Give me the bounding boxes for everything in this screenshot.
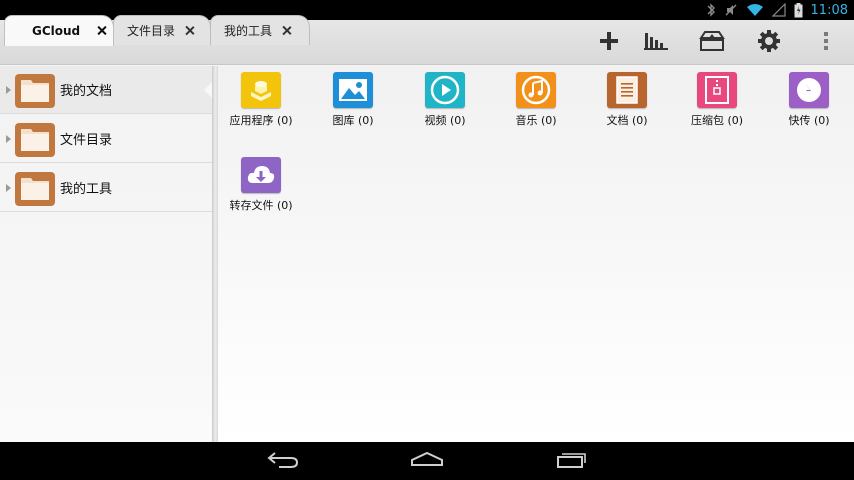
category-saved-files[interactable]: 转存文件 (0) bbox=[216, 157, 306, 213]
back-icon bbox=[267, 450, 299, 472]
apps-icon bbox=[241, 72, 281, 108]
category-grid: 应用程序 (0) 图库 (0) 视频 (0) 音乐 (0) 文档 (0) 压缩包… bbox=[218, 66, 854, 442]
sidebar-item-label: 文件目录 bbox=[60, 133, 113, 148]
sidebar-item-my-documents[interactable]: 我的文档 bbox=[0, 66, 212, 114]
category-label: 快传 (0) bbox=[788, 114, 830, 127]
close-icon[interactable] bbox=[184, 25, 195, 36]
add-icon bbox=[599, 31, 619, 55]
sidebar-item-my-tools[interactable]: 我的工具 bbox=[0, 164, 212, 212]
close-icon[interactable] bbox=[96, 25, 104, 36]
transfer-button[interactable] bbox=[697, 28, 727, 58]
category-label: 音乐 (0) bbox=[515, 114, 557, 127]
add-button[interactable] bbox=[594, 28, 624, 58]
expand-arrow-icon[interactable] bbox=[6, 183, 11, 192]
tab-label: 文件目录 bbox=[127, 23, 176, 38]
category-label: 文档 (0) bbox=[606, 114, 648, 127]
settings-button[interactable] bbox=[754, 28, 784, 58]
sidebar-item-label: 我的工具 bbox=[60, 182, 113, 197]
expand-arrow-icon[interactable] bbox=[6, 134, 11, 143]
tab-tools[interactable]: 我的工具 bbox=[210, 15, 310, 45]
archive-icon bbox=[697, 72, 737, 108]
quick-transfer-icon bbox=[789, 72, 829, 108]
expand-arrow-icon[interactable] bbox=[6, 85, 11, 94]
cloud-download-icon bbox=[241, 157, 281, 193]
sidebar-item-file-directory[interactable]: 文件目录 bbox=[0, 115, 212, 163]
wifi-icon bbox=[746, 3, 764, 17]
category-music[interactable]: 音乐 (0) bbox=[491, 72, 581, 128]
selection-indicator bbox=[204, 82, 212, 98]
category-label: 视频 (0) bbox=[424, 114, 466, 127]
screen: 11:08 我的工具 文件目录 GCloud 我的文档 文件目录 我的工具 应用… bbox=[0, 0, 854, 480]
statistics-button[interactable] bbox=[641, 28, 671, 58]
category-quick-transfer[interactable]: 快传 (0) bbox=[764, 72, 854, 128]
home-icon bbox=[410, 451, 444, 471]
mute-icon bbox=[724, 3, 738, 17]
category-label: 图库 (0) bbox=[332, 114, 374, 127]
folder-icon bbox=[15, 72, 55, 108]
gear-icon bbox=[757, 29, 781, 57]
home-button[interactable] bbox=[407, 450, 447, 472]
category-documents[interactable]: 文档 (0) bbox=[582, 72, 672, 128]
overflow-menu-button[interactable] bbox=[811, 28, 841, 58]
category-video[interactable]: 视频 (0) bbox=[400, 72, 490, 128]
battery-icon bbox=[794, 2, 803, 18]
folder-icon bbox=[15, 170, 55, 206]
document-icon bbox=[607, 72, 647, 108]
tab-label: GCloud bbox=[32, 23, 81, 38]
transfer-box-icon bbox=[699, 30, 725, 56]
video-icon bbox=[425, 72, 465, 108]
sidebar-item-label: 我的文档 bbox=[60, 84, 113, 99]
category-label: 压缩包 (0) bbox=[690, 114, 744, 127]
overflow-menu-icon bbox=[823, 31, 829, 55]
category-apps[interactable]: 应用程序 (0) bbox=[216, 72, 306, 128]
recent-apps-button[interactable] bbox=[552, 450, 592, 472]
gallery-icon bbox=[333, 72, 373, 108]
category-label: 转存文件 (0) bbox=[229, 199, 293, 212]
category-gallery[interactable]: 图库 (0) bbox=[308, 72, 398, 128]
tab-file-directory[interactable]: 文件目录 bbox=[113, 15, 211, 45]
bar-chart-icon bbox=[643, 31, 669, 55]
bluetooth-icon bbox=[706, 3, 716, 17]
music-icon bbox=[516, 72, 556, 108]
back-button[interactable] bbox=[263, 450, 303, 472]
folder-icon bbox=[15, 121, 55, 157]
category-label: 应用程序 (0) bbox=[229, 114, 293, 127]
signal-icon bbox=[771, 3, 786, 17]
tab-gcloud[interactable]: GCloud bbox=[4, 15, 114, 46]
tab-label: 我的工具 bbox=[224, 23, 273, 38]
clock: 11:08 bbox=[810, 2, 848, 18]
category-archives[interactable]: 压缩包 (0) bbox=[672, 72, 762, 128]
sidebar: 我的文档 文件目录 我的工具 bbox=[0, 66, 212, 442]
navigation-bar bbox=[0, 442, 854, 480]
close-icon[interactable] bbox=[281, 25, 292, 36]
recent-apps-icon bbox=[556, 450, 588, 472]
